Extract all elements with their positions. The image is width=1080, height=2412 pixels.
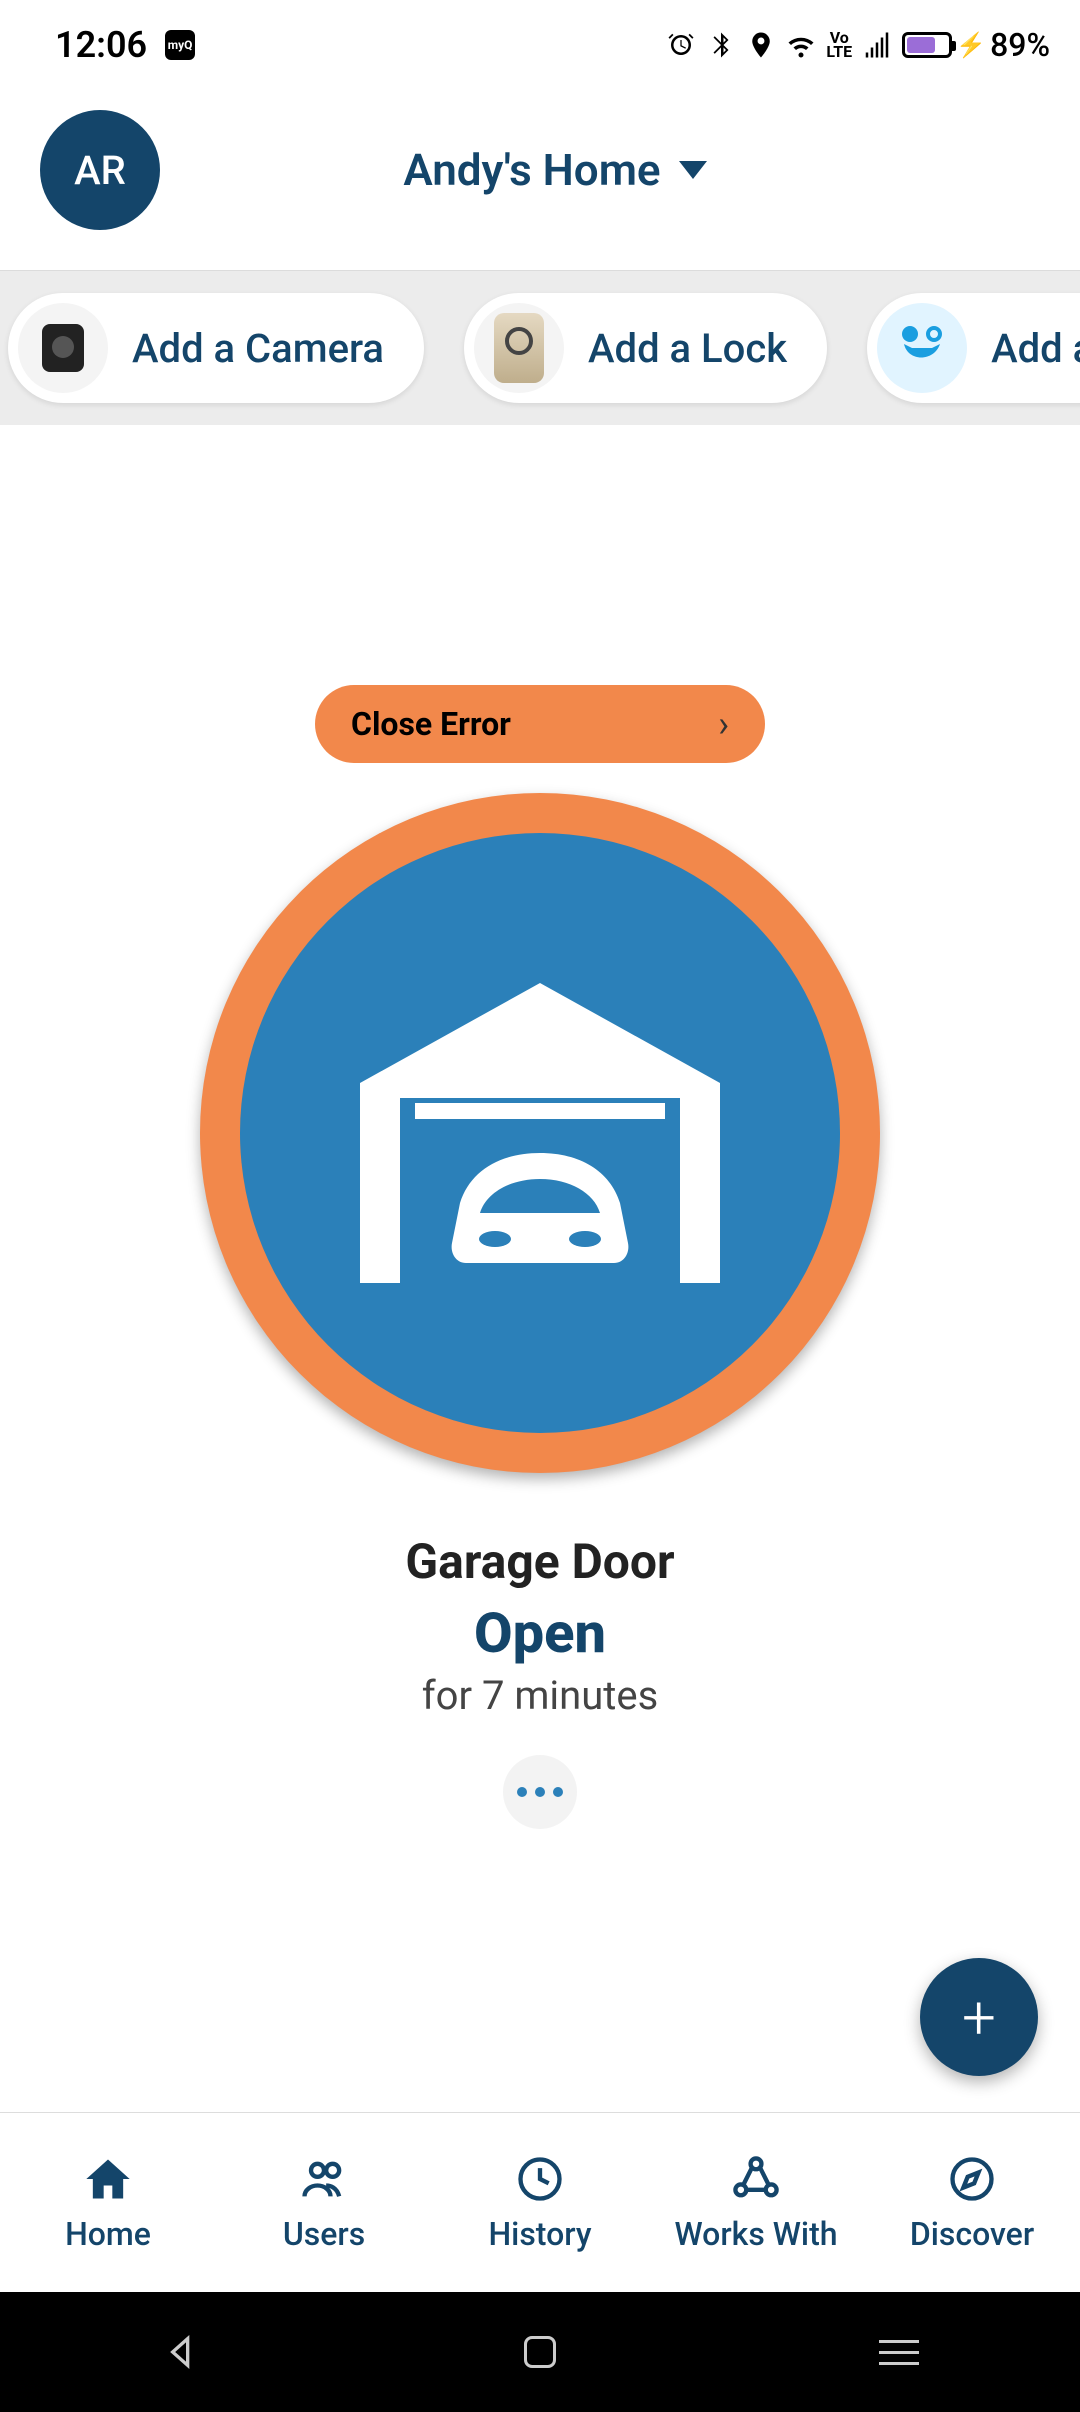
works-with-icon [730,2153,782,2205]
nav-label: Discover [910,2215,1034,2253]
alarm-icon [666,30,696,60]
recents-button[interactable] [879,2340,919,2365]
main-content: Close Error › Garage Door Open for 7 min… [0,425,1080,2112]
volte-icon: VoLTE [826,31,852,59]
status-time: 12:06 [55,24,147,66]
add-controller-chip[interactable]: Add a Co [867,293,1080,403]
wifi-icon [786,30,816,60]
nav-works-with[interactable]: Works With [648,2153,864,2253]
nav-users[interactable]: Users [216,2153,432,2253]
nav-label: Users [283,2215,365,2253]
lock-icon [474,303,564,393]
battery-percent: 89% [990,26,1050,64]
chip-label: Add a Lock [588,325,787,372]
users-icon [298,2153,350,2205]
camera-icon [18,303,108,393]
home-name: Andy's Home [403,144,660,196]
garage-open-icon [360,983,720,1283]
chip-label: Add a Camera [132,325,384,372]
error-label: Close Error [351,705,718,743]
chevron-down-icon [679,161,707,179]
bluetooth-icon [706,30,736,60]
home-selector[interactable]: Andy's Home [70,144,1040,196]
bottom-nav: Home Users History Works With Discover [0,2112,1080,2292]
nav-label: Home [65,2215,151,2253]
add-device-fab[interactable]: + [920,1958,1038,2076]
device-name: Garage Door [405,1533,674,1590]
nav-history[interactable]: History [432,2153,648,2253]
add-lock-chip[interactable]: Add a Lock [464,293,827,403]
app-header: AR Andy's Home [0,90,1080,270]
charging-icon: ⚡ [956,31,986,59]
battery-icon [902,32,952,58]
device-state: Open [474,1600,606,1666]
plus-icon: + [962,1982,996,2053]
discover-icon [946,2153,998,2205]
close-error-button[interactable]: Close Error › [315,685,765,763]
device-control-button[interactable] [200,793,880,1473]
nav-label: Works With [674,2215,837,2253]
location-icon [746,30,776,60]
add-device-row[interactable]: Add a Camera Add a Lock Add a Co [0,270,1080,425]
nav-label: History [488,2215,591,2253]
back-button[interactable] [161,2332,201,2372]
app-running-icon: myQ [165,30,195,60]
history-icon [514,2153,566,2205]
home-icon [82,2153,134,2205]
chevron-right-icon: › [718,703,729,745]
home-button[interactable] [524,2336,556,2368]
controller-icon [877,303,967,393]
system-nav-bar [0,2292,1080,2412]
more-dots-icon [517,1787,527,1797]
signal-icon [862,30,892,60]
chip-label: Add a Co [991,325,1080,372]
device-more-button[interactable] [503,1755,577,1829]
device-duration: for 7 minutes [422,1672,658,1719]
nav-discover[interactable]: Discover [864,2153,1080,2253]
status-bar: 12:06 myQ VoLTE ⚡ 89% [0,0,1080,90]
add-camera-chip[interactable]: Add a Camera [8,293,424,403]
nav-home[interactable]: Home [0,2153,216,2253]
status-icons: VoLTE ⚡ 89% [666,26,1050,64]
